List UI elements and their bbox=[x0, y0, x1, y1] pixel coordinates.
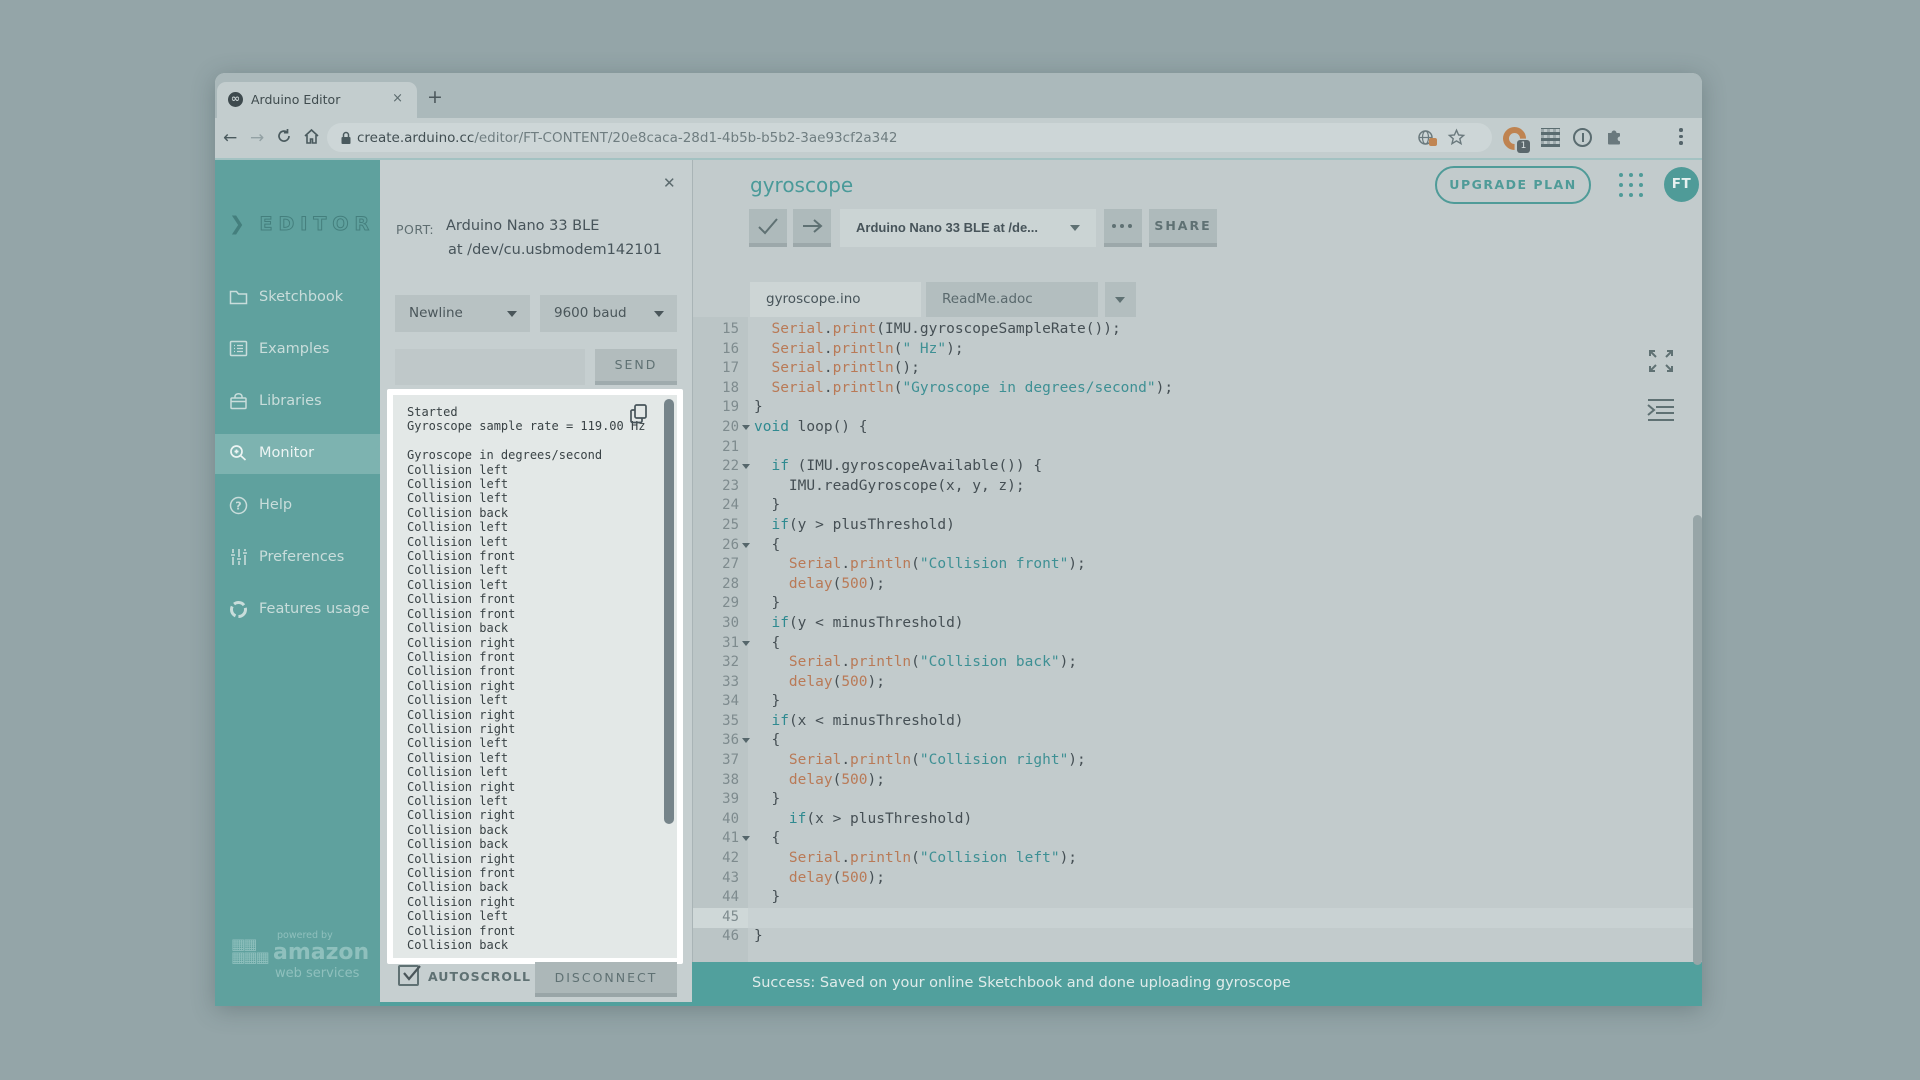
port-label: PORT: bbox=[396, 222, 434, 237]
donut-icon bbox=[229, 600, 249, 620]
share-button[interactable]: SHARE bbox=[1149, 209, 1217, 247]
sidebar-item-help[interactable]: ?Help bbox=[215, 486, 380, 526]
question-icon: ? bbox=[229, 496, 249, 516]
serial-message-input[interactable] bbox=[395, 349, 585, 385]
more-options-button[interactable] bbox=[1104, 209, 1142, 247]
bookmark-star-icon[interactable] bbox=[1447, 128, 1466, 151]
browser-menu-icon[interactable] bbox=[1679, 128, 1683, 148]
extensions-puzzle-icon[interactable] bbox=[1604, 128, 1624, 153]
line-numbers: 1516171819202122232425262728293031323334… bbox=[693, 320, 739, 947]
sidebar-item-sketchbook[interactable]: Sketchbook bbox=[215, 278, 380, 318]
editor-scrollbar[interactable] bbox=[1693, 515, 1702, 965]
arduino-editor-page: ❯ EDITOR Sketchbook Examples Libraries Moni… bbox=[215, 158, 1702, 1006]
browser-toolbar: ← → create.arduino.cc/editor/FT-CONTENT/… bbox=[215, 118, 1702, 158]
browser-tab[interactable]: ∞ Arduino Editor × bbox=[217, 82, 417, 118]
monitor-panel: ✕ PORT: Arduino Nano 33 BLE at /dev/cu.u… bbox=[380, 160, 692, 1002]
tab-gyroscope-ino[interactable]: gyroscope.ino bbox=[750, 282, 921, 317]
extension-qr-icon[interactable] bbox=[1541, 128, 1560, 147]
status-message: Success: Saved on your online Sketchbook… bbox=[752, 975, 1291, 991]
forward-icon[interactable]: → bbox=[250, 128, 264, 148]
sidebar-item-examples[interactable]: Examples bbox=[215, 330, 380, 370]
upgrade-plan-button[interactable]: UPGRADE PLAN bbox=[1435, 166, 1591, 204]
sidebar: ❯ EDITOR Sketchbook Examples Libraries Moni… bbox=[215, 160, 380, 1006]
lock-icon bbox=[340, 130, 352, 149]
tab-title: Arduino Editor bbox=[251, 92, 340, 107]
folder-icon bbox=[229, 288, 249, 308]
upload-button[interactable] bbox=[793, 209, 831, 247]
sidebar-item-preferences[interactable]: Preferences bbox=[215, 538, 380, 578]
translate-badge bbox=[1429, 138, 1437, 146]
baud-rate-select[interactable]: 9600 baud bbox=[540, 295, 677, 332]
chevron-down-icon bbox=[507, 311, 517, 317]
home-icon[interactable] bbox=[303, 128, 320, 150]
console-scrollbar[interactable] bbox=[664, 399, 674, 824]
serial-console: Started Gyroscope sample rate = 119.00 H… bbox=[387, 389, 683, 964]
sliders-icon bbox=[229, 548, 249, 568]
box-icon bbox=[229, 392, 249, 412]
apps-grid-icon[interactable] bbox=[1619, 173, 1623, 177]
editor-logo: ❯ EDITOR bbox=[229, 213, 375, 235]
sidebar-item-libraries[interactable]: Libraries bbox=[215, 382, 380, 422]
autoscroll-checkbox[interactable] bbox=[398, 965, 419, 986]
autoscroll-label: AUTOSCROLL bbox=[428, 969, 531, 984]
panel-close-icon[interactable]: ✕ bbox=[663, 174, 676, 192]
reload-icon[interactable] bbox=[276, 128, 292, 149]
svg-text:?: ? bbox=[235, 500, 241, 513]
back-icon[interactable]: ← bbox=[223, 128, 237, 148]
user-avatar[interactable]: FT bbox=[1664, 167, 1699, 202]
extension-info-icon[interactable] bbox=[1573, 128, 1592, 147]
url-bar[interactable]: create.arduino.cc/editor/FT-CONTENT/20e8… bbox=[327, 123, 1492, 152]
sketch-title: gyroscope bbox=[750, 173, 853, 197]
code-editor[interactable]: Serial.print(IMU.gyroscopeSampleRate());… bbox=[754, 320, 1173, 947]
line-ending-select[interactable]: Newline bbox=[395, 295, 530, 332]
tab-readme-adoc[interactable]: ReadMe.adoc bbox=[926, 282, 1098, 317]
extension-badge: 1 bbox=[1517, 140, 1530, 153]
magnifier-icon bbox=[229, 444, 249, 464]
browser-tabstrip: ∞ Arduino Editor × + bbox=[215, 73, 1702, 118]
chevron-down-icon bbox=[654, 311, 664, 317]
sidebar-item-monitor[interactable]: Monitor bbox=[215, 434, 380, 474]
sidebar-item-features-usage[interactable]: Features usage bbox=[215, 590, 380, 630]
list-icon bbox=[229, 340, 249, 360]
arduino-favicon: ∞ bbox=[228, 92, 243, 107]
board-selector[interactable]: Arduino Nano 33 BLE at /de... bbox=[840, 209, 1096, 247]
format-code-icon[interactable] bbox=[1646, 397, 1676, 427]
port-path: at /dev/cu.usbmodem142101 bbox=[448, 242, 662, 258]
send-button[interactable]: SEND bbox=[595, 349, 677, 385]
tabs-dropdown-button[interactable] bbox=[1105, 282, 1136, 317]
aws-cubes-icon: ▦▦▦▦▦ bbox=[231, 938, 268, 964]
console-output[interactable]: Started Gyroscope sample rate = 119.00 H… bbox=[393, 395, 677, 958]
tab-close-icon[interactable]: × bbox=[392, 91, 403, 106]
port-name: Arduino Nano 33 BLE bbox=[446, 218, 599, 234]
chevron-down-icon bbox=[1070, 225, 1080, 231]
url-text: create.arduino.cc/editor/FT-CONTENT/20e8… bbox=[357, 130, 897, 146]
browser-window: ∞ Arduino Editor × + ← → create.arduino.… bbox=[215, 73, 1702, 1006]
copy-icon[interactable] bbox=[629, 403, 649, 429]
new-tab-button[interactable]: + bbox=[427, 86, 443, 108]
verify-button[interactable] bbox=[749, 209, 787, 247]
fullscreen-icon[interactable] bbox=[1646, 347, 1676, 379]
disconnect-button[interactable]: DISCONNECT bbox=[535, 962, 677, 997]
editor-main: gyroscope UPGRADE PLAN FT Arduino Nano 3… bbox=[692, 160, 1702, 962]
